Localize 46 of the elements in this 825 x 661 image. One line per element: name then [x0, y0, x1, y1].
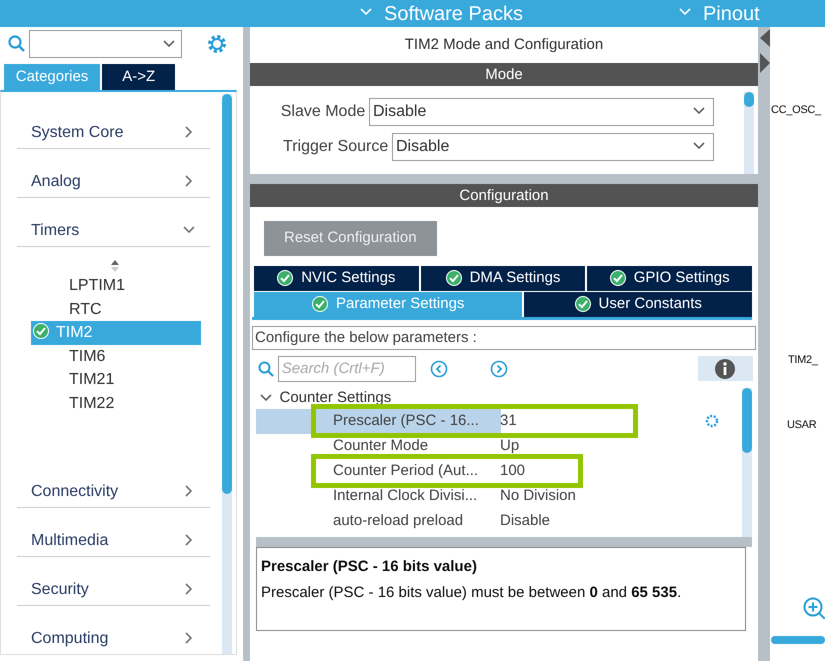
select-field[interactable]: Disable [369, 98, 714, 126]
category-item[interactable]: Security [17, 556, 210, 606]
settings-tab[interactable]: GPIO Settings [585, 266, 752, 290]
parameter-row[interactable]: Counter Mode Up [256, 434, 742, 458]
timer-item[interactable]: RTC [31, 298, 201, 322]
field-label: Slave Mode [280, 102, 366, 122]
parameter-value: Disable [500, 510, 552, 531]
pin-label: CC_OSC_ [771, 103, 821, 118]
category-item[interactable]: Analog [17, 148, 210, 198]
pin-label: TIM2_ [788, 353, 818, 368]
timer-item[interactable]: TIM6 [31, 344, 201, 368]
parameter-row[interactable]: auto-reload preload Disable [256, 508, 742, 534]
parameter-label: Prescaler (PSC - 16... [333, 410, 480, 431]
category-item[interactable]: Timers [17, 198, 210, 247]
value-field[interactable]: 31 [500, 410, 630, 432]
parameter-value: 100 [500, 460, 526, 481]
select-field[interactable]: Disable [392, 133, 714, 161]
group-label: Counter Settings [280, 388, 392, 408]
section-header: Mode [250, 63, 758, 86]
parameter-label: Counter Mode [333, 436, 430, 456]
category-item[interactable]: Computing [17, 606, 210, 654]
parameter-value: Up [500, 436, 520, 456]
parameter-label: Internal Clock Divisi... [333, 486, 478, 506]
parameter-row[interactable]: Internal Clock Divisi... No Division [256, 484, 742, 508]
settings-tab[interactable]: User Constants [522, 292, 752, 316]
section-header: Configuration [250, 184, 758, 207]
timer-item[interactable]: TIM22 [31, 392, 201, 416]
parameter-label: auto-reload preload [333, 510, 464, 531]
parameter-row[interactable]: Counter Period (Aut... 100 [256, 458, 742, 484]
field-label: Trigger Source [283, 137, 388, 157]
category-item[interactable]: System Core [17, 100, 210, 149]
search-field[interactable]: Search (Crtl+F) [278, 356, 416, 382]
category-tab[interactable]: A->Z [102, 64, 176, 90]
category-item[interactable]: Multimedia [17, 508, 210, 557]
settings-tab[interactable]: DMA Settings [418, 266, 586, 290]
parameter-value: No Division [500, 486, 576, 506]
hint-text: Configure the below parameters : [252, 326, 756, 350]
description-title: Prescaler (PSC - 16 bits value) [261, 556, 478, 576]
parameter-label: Counter Period (Aut... [333, 460, 480, 481]
timer-item[interactable]: LPTIM1 [31, 274, 201, 298]
description-text: Prescaler (PSC - 16 bits value) must be between 0 and 65 535. [261, 583, 682, 603]
timer-item[interactable]: TIM21 [31, 368, 201, 392]
panel-title: TIM2 Mode and Configuration [404, 35, 604, 55]
category-item[interactable]: Connectivity [17, 458, 210, 508]
settings-tab[interactable]: NVIC Settings [252, 266, 419, 290]
pin-label: USAR [787, 418, 816, 433]
